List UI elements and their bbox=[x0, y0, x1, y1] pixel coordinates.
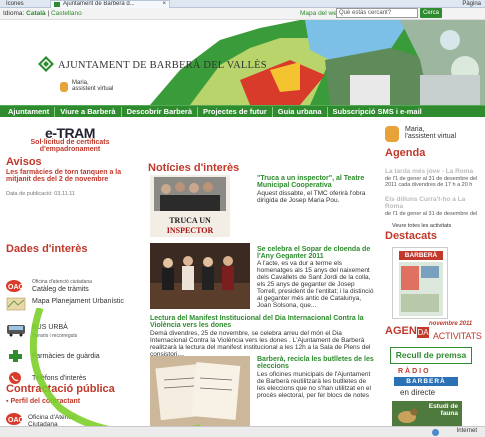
news-title-4[interactable]: Barberà, recicla les butlletes de les el… bbox=[257, 356, 375, 370]
oac-label: Oficina d'Atenció Ciutadana bbox=[28, 414, 77, 426]
etram-link[interactable]: Sol·licitud de certificats d'empadroname… bbox=[20, 139, 120, 153]
agenda-activitats-banner[interactable]: AGEN DA novembre 2011 ACTIVITATS bbox=[385, 321, 485, 343]
radio-barbera-banner[interactable]: RÀDIO BARBERÀ en directe bbox=[390, 368, 460, 398]
nav-item-subscripcio[interactable]: Subscripció SMS i e-mail bbox=[328, 107, 427, 117]
list-item-label: Catàleg de tràmits bbox=[32, 286, 89, 293]
virtual-assistant-avatar[interactable] bbox=[60, 82, 68, 92]
avisos-heading: Avisos bbox=[6, 156, 42, 168]
agenda-heading: Agenda bbox=[385, 147, 426, 159]
site-banner: AJUNTAMENT DE BARBERÀ DEL VALLÈS Maria, … bbox=[0, 20, 485, 105]
main-navigation: Ajuntament Viure a Barberà Descobrir Bar… bbox=[0, 105, 485, 117]
svg-text:TRUCA UN: TRUCA UN bbox=[169, 216, 211, 225]
oac-logo-icon: OAC bbox=[6, 280, 24, 292]
browser-tabbar: Icones Ajuntament de Barberà d... × Pàgi… bbox=[0, 0, 485, 8]
search-input[interactable]: Què estàs cercant? bbox=[336, 8, 418, 18]
avisos-item-link[interactable]: Les farmàcies de torn tanquen a la mitja… bbox=[6, 169, 134, 183]
pharmacy-cross-icon bbox=[9, 350, 22, 362]
internet-zone-icon bbox=[432, 429, 439, 436]
dades-heading: Dades d'interès bbox=[6, 243, 88, 255]
oac-logo-icon: OAC bbox=[6, 413, 24, 425]
web-page: Idioma: Català | Castellano Mapa del web… bbox=[0, 8, 485, 426]
assistant-link[interactable]: Maria, l'assistent virtual bbox=[405, 126, 456, 140]
agenda-event-date-1: de l'1 de gener al 31 de desembre del 20… bbox=[385, 176, 478, 188]
virtual-assistant-link[interactable]: Maria, assistent virtual bbox=[72, 80, 113, 92]
nav-item-projectes[interactable]: Projectes de futur bbox=[198, 106, 273, 117]
agenda-event-title-1[interactable]: La tarda més jove - La Roma bbox=[385, 168, 485, 175]
assistant-avatar[interactable] bbox=[385, 126, 399, 142]
browser-status-bar: Internet bbox=[0, 426, 485, 437]
news-body-2: A l'acte, es va dur a terme els homenatg… bbox=[257, 260, 374, 309]
browser-page-menu[interactable]: Pàgina bbox=[462, 0, 481, 8]
perfil-contractant-link[interactable]: ▪ Perfil del contractant bbox=[6, 398, 80, 405]
agenda-banner-da: DA bbox=[417, 327, 429, 338]
site-brand[interactable]: AJUNTAMENT DE BARBERÀ DEL VALLÈS bbox=[58, 60, 267, 71]
language-castellano[interactable]: Castellano bbox=[51, 10, 82, 17]
svg-text:INSPECTOR: INSPECTOR bbox=[167, 226, 214, 235]
language-selector: Idioma: Català | Castellano bbox=[3, 10, 82, 17]
news-title-1[interactable]: "Truca a un inspector", al Teatre Munici… bbox=[257, 175, 375, 189]
list-item-label: Farmàcies de guàrdia bbox=[32, 353, 100, 360]
news-title-3[interactable]: Lectura del Manifest Institucional del D… bbox=[150, 315, 376, 329]
search-button[interactable]: Cerca bbox=[420, 8, 442, 18]
browser-tab[interactable]: Ajuntament de Barberà d... × bbox=[50, 0, 170, 8]
agenda-all-link[interactable]: Veure totes les activitats bbox=[392, 223, 451, 229]
news-body-1: Aquest dissabte, el TMC oferirà l'obra d… bbox=[257, 190, 366, 204]
recull-premsa-button[interactable]: Recull de premsa bbox=[390, 347, 472, 364]
estudi-fauna-banner[interactable]: Estudi de fauna bbox=[392, 401, 462, 426]
utility-bar: Idioma: Català | Castellano Mapa del web… bbox=[0, 8, 485, 20]
language-label: Idioma: bbox=[3, 10, 25, 17]
list-item-label: Mapa Planejament Urbanístic bbox=[32, 298, 124, 305]
news-heading: Notícies d'interès bbox=[148, 162, 240, 174]
nav-item-viure[interactable]: Viure a Barberà bbox=[55, 106, 122, 117]
list-item[interactable]: Farmàcies de guàrdia bbox=[6, 349, 136, 367]
bird-icon bbox=[398, 408, 418, 423]
nav-item-ajuntament[interactable]: Ajuntament bbox=[3, 106, 56, 117]
avisos-date: Data de publicació: 03.11.11 bbox=[6, 191, 75, 197]
city-logo-icon[interactable] bbox=[38, 56, 54, 72]
status-zone-label: Internet bbox=[456, 428, 477, 434]
fauna-label: Estudi de fauna bbox=[428, 403, 458, 417]
agenda-banner-month: novembre 2011 bbox=[429, 321, 473, 327]
destacats-heading: Destacats bbox=[385, 230, 437, 242]
tab-close-icon[interactable]: × bbox=[162, 1, 166, 8]
news-body-4: Les oficines municipals de l'Ajuntament … bbox=[257, 371, 371, 399]
svg-text:OAC: OAC bbox=[8, 417, 24, 424]
radio-live: en directe bbox=[400, 388, 436, 397]
news-title-2[interactable]: Se celebra el Sopar de cloenda de l'Any … bbox=[257, 246, 375, 260]
news-image-butlletes[interactable] bbox=[150, 356, 250, 426]
radio-label: RÀDIO bbox=[398, 368, 431, 375]
language-catala[interactable]: Català bbox=[26, 10, 46, 17]
agenda-event-title-2[interactable]: Els dilluns Curra't-ho a La Roma bbox=[385, 196, 485, 210]
svg-text:OAC: OAC bbox=[8, 284, 24, 291]
site-map-link[interactable]: Mapa del web bbox=[300, 10, 340, 17]
bus-icon bbox=[7, 325, 25, 337]
nav-item-descobrir[interactable]: Descobrir Barberà bbox=[122, 106, 199, 117]
site-favicon-icon bbox=[54, 2, 60, 7]
news-image-truca[interactable]: TRUCA UN INSPECTOR bbox=[150, 175, 230, 237]
nav-item-guia[interactable]: Guia urbana bbox=[273, 106, 328, 117]
list-item[interactable]: Mapa Planejament Urbanístic bbox=[6, 297, 136, 315]
list-item-sub: Oficina d'atenció ciutadana bbox=[32, 279, 92, 285]
browser-left-label[interactable]: Icones bbox=[0, 0, 30, 8]
agenda-event-date-2: de l'1 de gener al 31 de desembre del bbox=[385, 211, 478, 217]
list-item[interactable]: BUS URBÀ Horaris i recorreguts bbox=[6, 323, 136, 341]
map-icon bbox=[6, 297, 26, 311]
radio-name: BARBERÀ bbox=[394, 377, 458, 386]
browser-tab-title: Ajuntament de Barberà d... bbox=[63, 1, 135, 7]
news-body-3: Demà divendres, 25 de novembre, se celeb… bbox=[150, 330, 371, 358]
list-item-label: BUS URBÀ bbox=[32, 324, 68, 331]
contractacio-heading: Contractació pública bbox=[6, 383, 115, 395]
news-image-sopar[interactable] bbox=[150, 243, 250, 309]
list-item-label: Telèfons d'interès bbox=[32, 375, 87, 382]
agenda-banner-word: AGEN bbox=[385, 325, 417, 337]
barbera-magazine-banner[interactable]: BARBERÀ bbox=[392, 247, 448, 319]
agenda-banner-activitats: ACTIVITATS bbox=[433, 331, 482, 341]
magazine-title: BARBERÀ bbox=[399, 251, 443, 260]
oac-banner[interactable]: OAC Oficina d'Atenció Ciutadana bbox=[6, 412, 126, 426]
list-item[interactable]: OAC Oficina d'atenció ciutadana Catàleg … bbox=[6, 279, 136, 297]
list-item-sub: Horaris i recorreguts bbox=[32, 333, 78, 339]
